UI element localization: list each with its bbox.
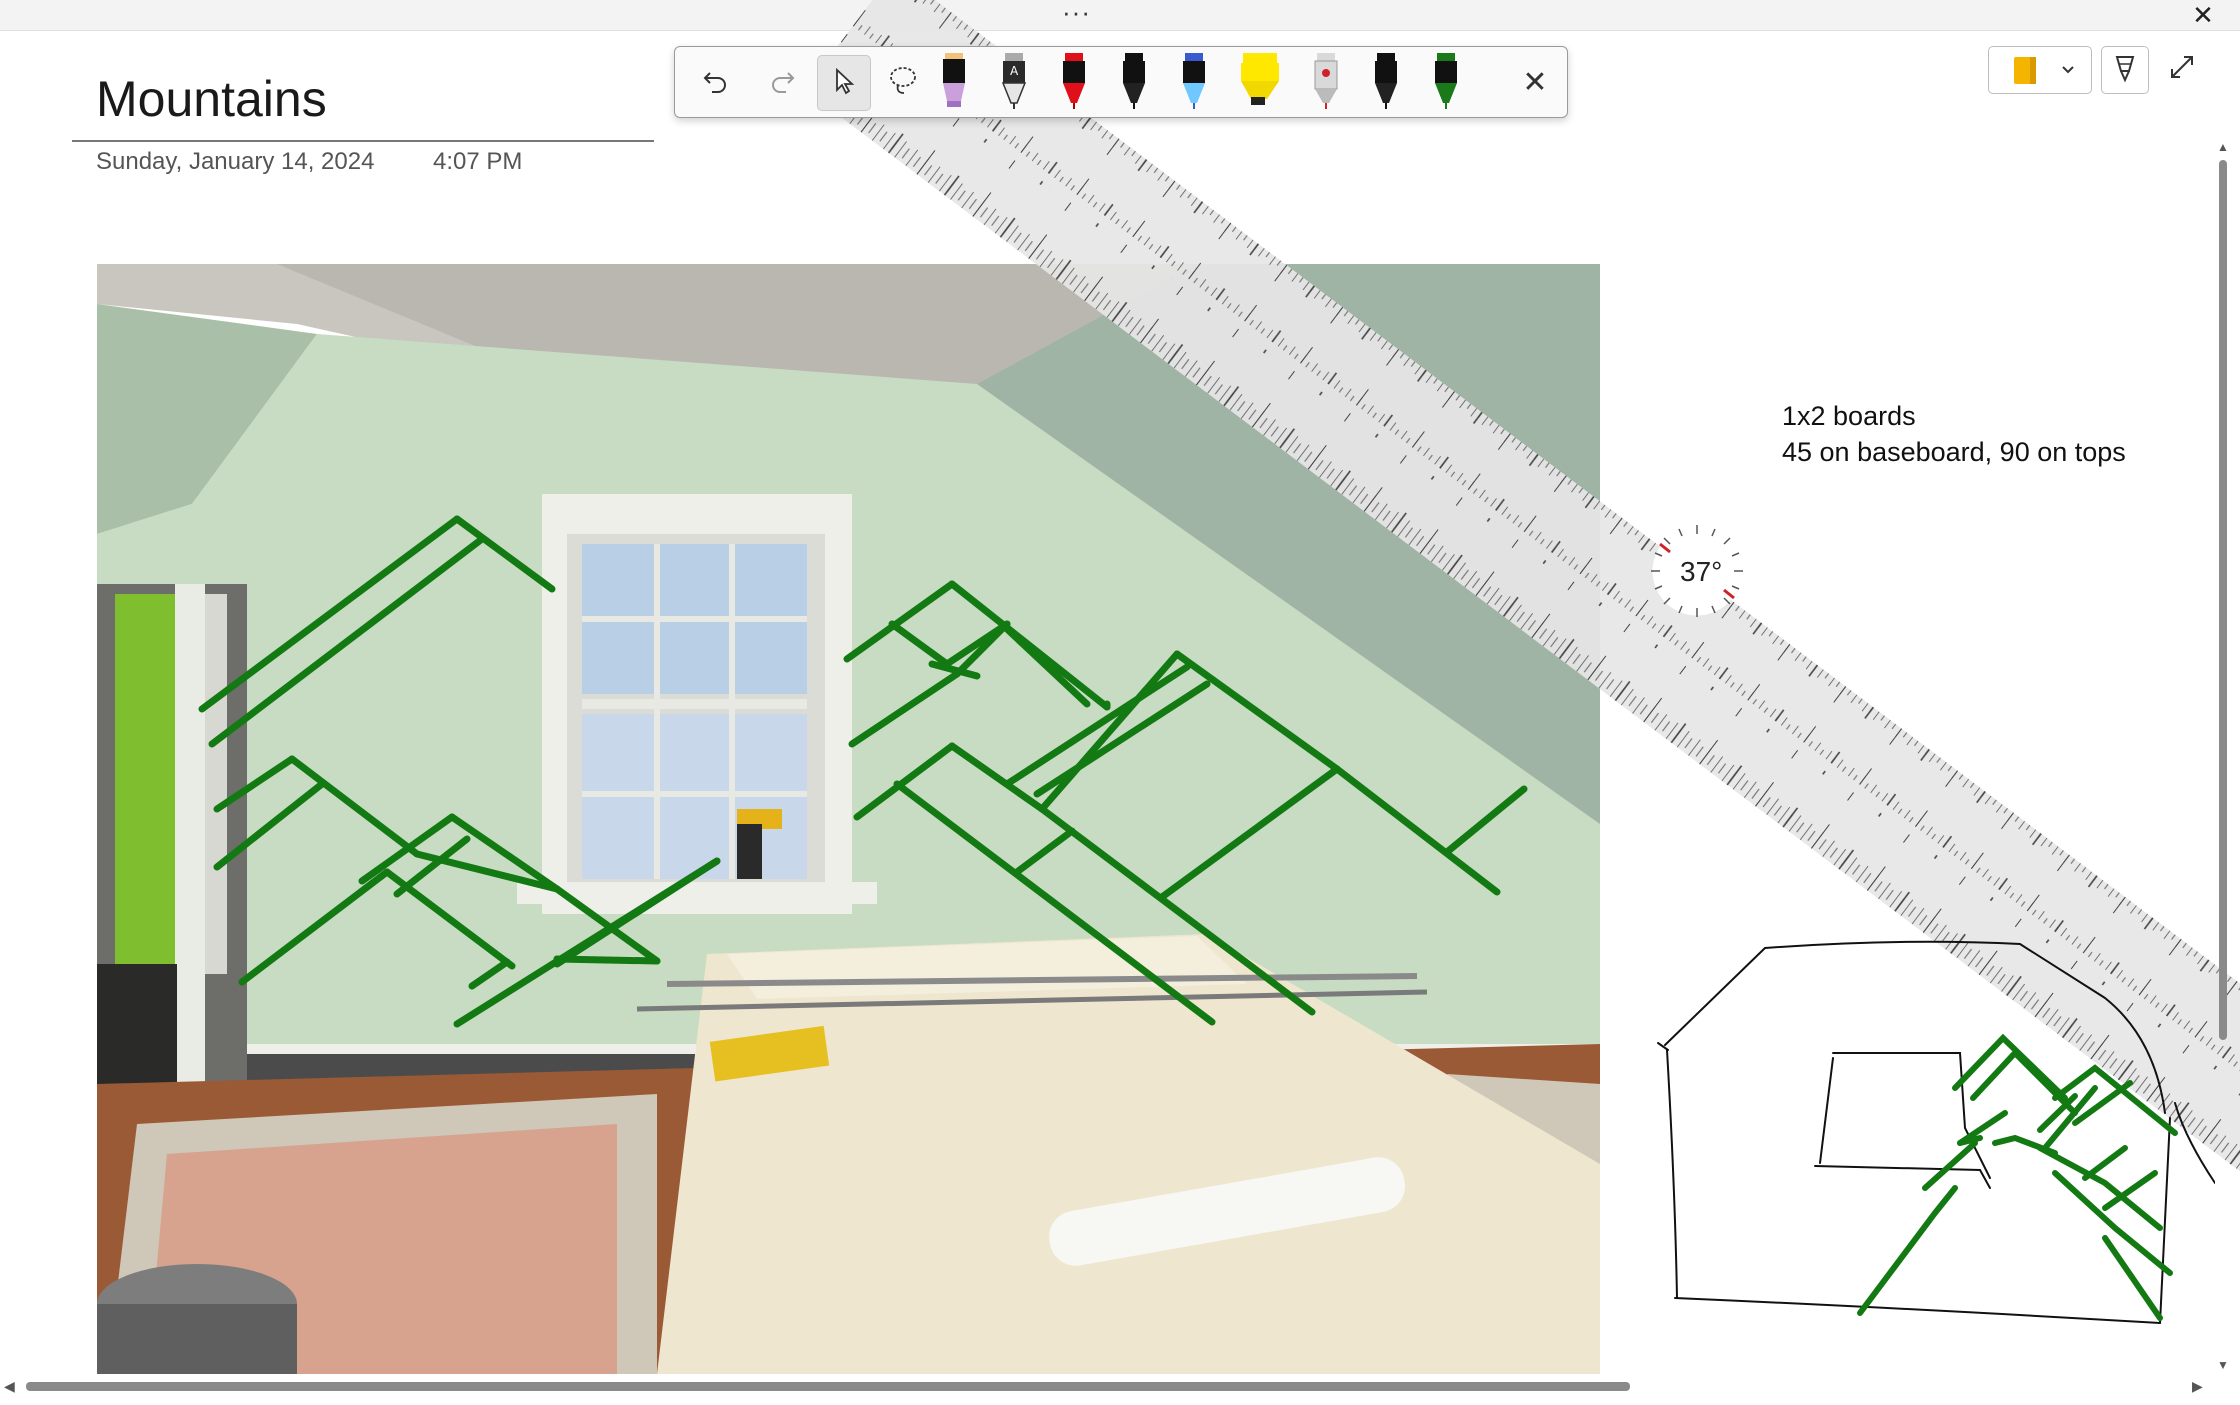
cursor-icon <box>829 66 859 101</box>
page-time: 4:07 PM <box>433 148 523 175</box>
undo-button[interactable] <box>689 55 741 109</box>
room-photo-illustration <box>97 264 1600 1374</box>
vertical-scroll-thumb[interactable] <box>2219 160 2227 1040</box>
lasso-button[interactable] <box>877 55 929 109</box>
vertical-scrollbar[interactable]: ▲ ▼ <box>2216 140 2230 1375</box>
page-date: Sunday, January 14, 2024 <box>96 148 375 175</box>
toolbar-close-button[interactable]: ✕ <box>1515 59 1555 105</box>
chevron-down-icon <box>2062 66 2074 74</box>
scroll-up-arrow[interactable]: ▲ <box>2216 140 2230 154</box>
pen-mode-button[interactable] <box>2101 46 2149 94</box>
close-icon: ✕ <box>1522 65 1548 99</box>
pencil-gray[interactable]: A <box>997 51 1031 111</box>
close-icon[interactable]: ✕ <box>2186 0 2220 30</box>
pen-red-ruby[interactable] <box>1309 51 1343 111</box>
scroll-down-arrow[interactable]: ▼ <box>2216 1358 2230 1372</box>
highlighter-yellow[interactable] <box>1237 51 1283 111</box>
window-top-bar: ··· ✕ <box>0 0 2240 31</box>
pen-black-purple[interactable] <box>937 51 971 111</box>
pen-green[interactable] <box>1429 51 1463 111</box>
pen-galaxy[interactable] <box>1177 51 1211 111</box>
lasso-icon <box>886 63 920 102</box>
title-underline <box>72 140 654 142</box>
ink-sketch[interactable] <box>1655 938 2216 1338</box>
scroll-left-arrow[interactable]: ◀ <box>4 1378 15 1395</box>
pen-black[interactable] <box>1117 51 1151 111</box>
svg-text:A: A <box>1010 64 1019 78</box>
ellipsis-icon[interactable]: ··· <box>1062 0 1091 25</box>
expand-button[interactable] <box>2165 52 2199 86</box>
expand-icon <box>2169 54 2195 85</box>
ruler-angle-label: 37° <box>1680 556 1723 587</box>
drawing-toolbar: A ✕ <box>674 46 1568 118</box>
horizontal-scrollbar[interactable]: ◀ ▶ <box>0 1376 2240 1396</box>
pen-icon <box>2112 53 2138 88</box>
scroll-right-arrow[interactable]: ▶ <box>2192 1378 2203 1395</box>
room-photo[interactable] <box>97 264 1600 1374</box>
notebook-picker-button[interactable] <box>1988 46 2092 94</box>
redo-icon <box>768 65 798 100</box>
pen-red[interactable] <box>1057 51 1091 111</box>
pen-black-2[interactable] <box>1369 51 1403 111</box>
undo-icon <box>700 65 730 100</box>
redo-button[interactable] <box>757 55 809 109</box>
note-text[interactable]: 1x2 boards 45 on baseboard, 90 on tops <box>1782 398 2126 470</box>
select-button[interactable] <box>817 55 871 111</box>
note-line-2: 45 on baseboard, 90 on tops <box>1782 437 2126 467</box>
page-title[interactable]: Mountains <box>96 70 327 128</box>
horizontal-scroll-thumb[interactable] <box>26 1382 1630 1391</box>
note-line-1: 1x2 boards <box>1782 401 1916 431</box>
